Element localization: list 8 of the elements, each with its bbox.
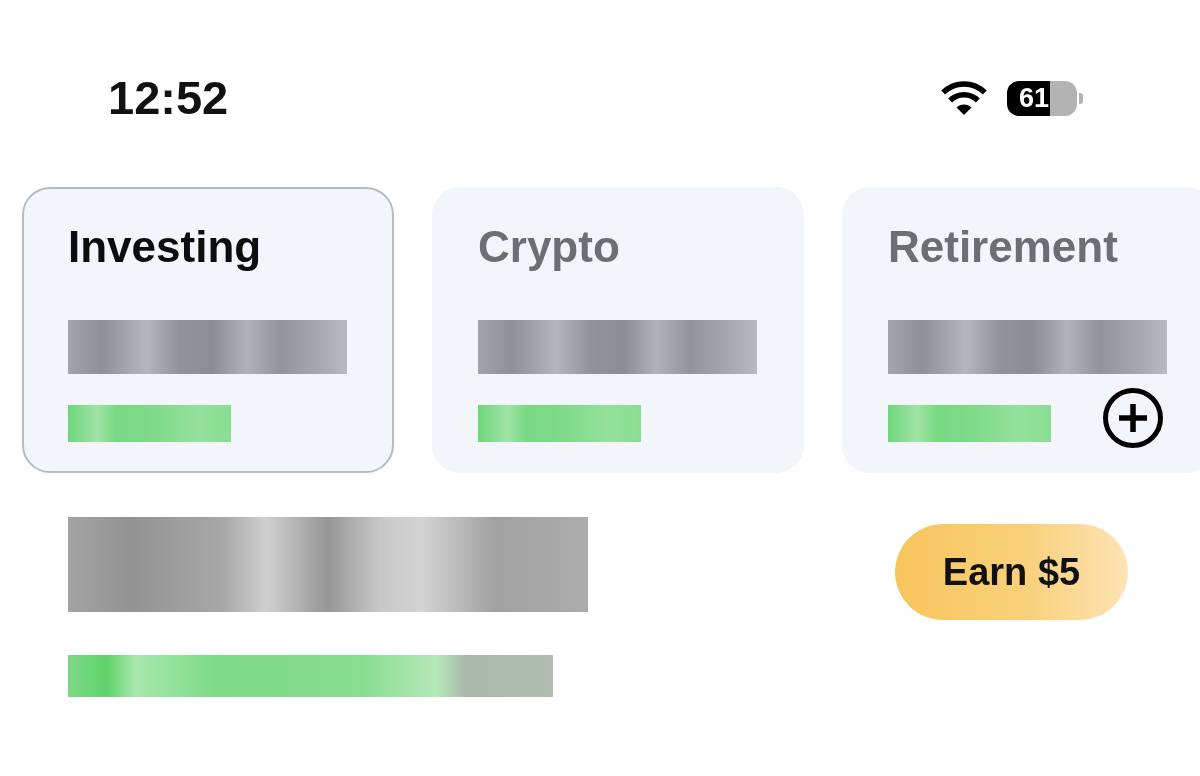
account-tab[interactable]: Investing bbox=[22, 187, 394, 473]
account-tab[interactable]: Crypto bbox=[432, 187, 804, 473]
wifi-icon bbox=[940, 81, 988, 115]
status-time: 12:52 bbox=[108, 70, 229, 126]
earn-button[interactable]: Earn $5 bbox=[895, 524, 1128, 620]
battery-indicator: 61 bbox=[1007, 80, 1083, 116]
account-tab[interactable]: Retirement bbox=[842, 187, 1200, 473]
add-icon[interactable] bbox=[1103, 388, 1163, 448]
